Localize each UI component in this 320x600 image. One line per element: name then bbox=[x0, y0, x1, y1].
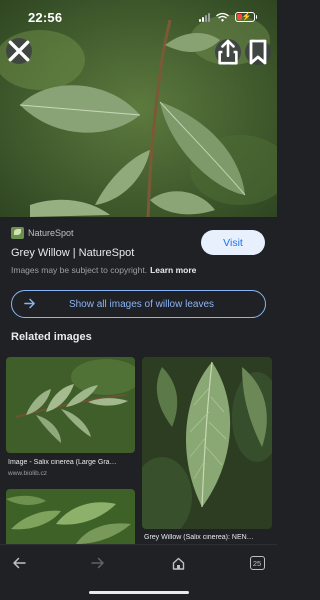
close-icon bbox=[8, 40, 30, 62]
wifi-icon bbox=[215, 12, 229, 22]
bookmark-icon bbox=[249, 39, 267, 65]
share-icon bbox=[218, 39, 238, 65]
related-image-1-caption[interactable]: Image - Salix cinerea (Large Gra… bbox=[8, 459, 134, 466]
related-image-1-source: www.biolib.cz bbox=[8, 470, 48, 477]
related-image-3[interactable] bbox=[6, 489, 135, 544]
source-name: NatureSpot bbox=[28, 228, 74, 238]
bookmark-button[interactable] bbox=[245, 39, 271, 65]
copyright-notice: Images may be subject to copyright. Learn… bbox=[11, 265, 196, 275]
show-all-label: Show all images of willow leaves bbox=[68, 298, 215, 310]
site-favicon-icon bbox=[11, 227, 24, 239]
related-image-1[interactable] bbox=[6, 357, 135, 453]
related-image-2-caption[interactable]: Grey Willow (Salix cinerea): NEN… bbox=[144, 534, 272, 541]
source-row[interactable]: NatureSpot bbox=[11, 227, 74, 239]
arrow-right-icon bbox=[91, 557, 104, 569]
cellular-signal-icon bbox=[198, 12, 210, 22]
related-images-heading: Related images bbox=[11, 331, 92, 343]
home-icon bbox=[172, 557, 184, 570]
related-image-2[interactable] bbox=[142, 357, 272, 529]
salix-cinerea-thumbnail bbox=[6, 357, 135, 453]
close-button[interactable] bbox=[6, 38, 32, 64]
learn-more-link[interactable]: Learn more bbox=[150, 265, 196, 275]
arrow-left-icon bbox=[13, 557, 26, 569]
status-time: 22:56 bbox=[28, 9, 63, 25]
page-title[interactable]: Grey Willow | NatureSpot bbox=[11, 247, 134, 259]
back-button[interactable] bbox=[8, 554, 30, 572]
show-all-images-button[interactable]: Show all images of willow leaves bbox=[11, 290, 266, 318]
tab-switcher-button[interactable]: 25 bbox=[246, 554, 268, 572]
copyright-text: Images may be subject to copyright. bbox=[11, 265, 148, 275]
forward-button[interactable] bbox=[87, 554, 109, 572]
home-button[interactable] bbox=[167, 554, 189, 572]
status-bar: 22:56 ⚡ bbox=[0, 0, 277, 34]
home-indicator[interactable] bbox=[89, 591, 189, 594]
tab-count: 25 bbox=[249, 556, 265, 570]
willow-branch-thumbnail bbox=[6, 489, 135, 544]
share-button[interactable] bbox=[215, 39, 241, 65]
status-icons: ⚡ bbox=[198, 12, 257, 22]
battery-icon: ⚡ bbox=[234, 12, 257, 22]
visit-button[interactable]: Visit bbox=[201, 230, 265, 255]
grey-willow-leaf-thumbnail bbox=[142, 357, 272, 529]
